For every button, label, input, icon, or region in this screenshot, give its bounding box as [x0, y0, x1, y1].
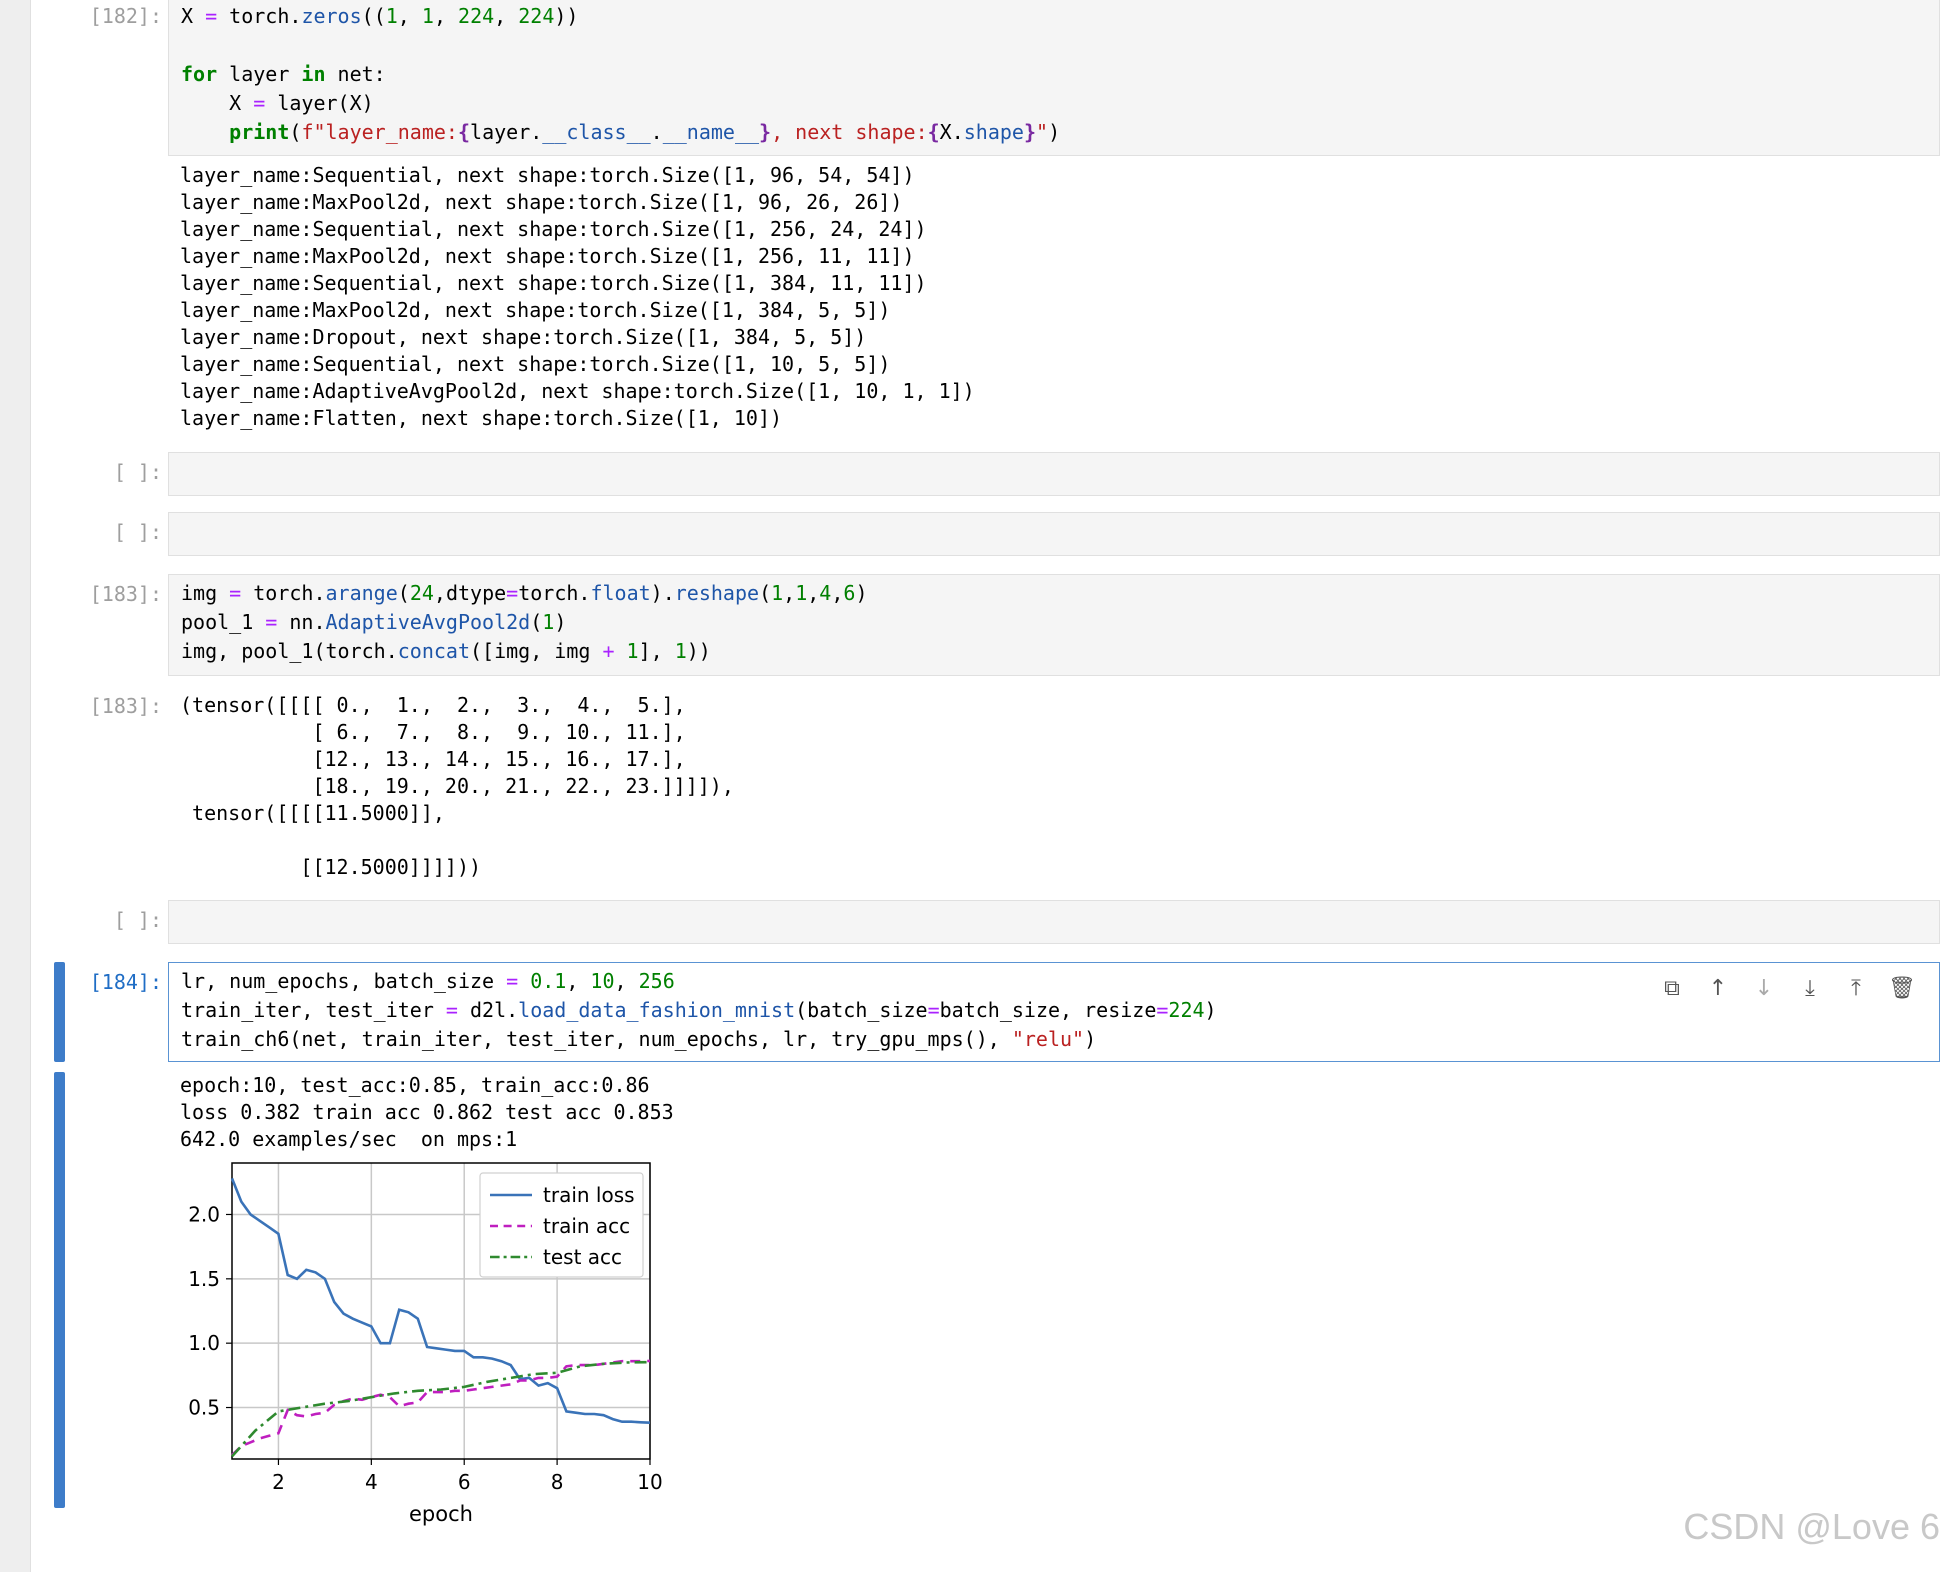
- cell-prompt: [ ]:: [113, 460, 162, 484]
- x-tick-label: 2: [272, 1470, 285, 1494]
- cell-prompt: [182]:: [89, 4, 162, 28]
- move-up-icon[interactable]: ↑: [1703, 973, 1733, 1003]
- code-line: print(f"layer_name:{layer.__class__.__na…: [229, 120, 1061, 144]
- series-line-test-acc: [231, 1360, 651, 1458]
- insert-below-icon[interactable]: ⤓: [1795, 973, 1825, 1003]
- code-line: train_ch6(net, train_iter, test_iter, nu…: [181, 1027, 1097, 1051]
- y-tick-label: 0.5: [188, 1396, 220, 1420]
- code-editor[interactable]: lr, num_epochs, batch_size = 0.1, 10, 25…: [168, 962, 1940, 1062]
- cell-prompt: [ ]:: [113, 908, 162, 932]
- x-tick-label: 4: [365, 1470, 378, 1494]
- cell-output: epoch:10, test_acc:0.85, train_acc:0.86 …: [180, 1073, 674, 1151]
- legend-label: test acc: [543, 1245, 622, 1269]
- delete-icon[interactable]: 🗑: [1887, 973, 1917, 1003]
- cell-output: layer_name:Sequential, next shape:torch.…: [180, 163, 975, 430]
- output-collapser[interactable]: [54, 1072, 65, 1508]
- cell-prompt: [184]:: [89, 970, 162, 994]
- code-line: pool_1 = nn.AdaptiveAvgPool2d(1): [181, 610, 567, 634]
- output-prompt: [183]:: [89, 694, 162, 718]
- code-text: X = torch.zeros((1, 1, 224, 224)) for la…: [169, 0, 1939, 147]
- code-line: img = torch.arange(24,dtype=torch.float)…: [181, 581, 868, 605]
- code-line: X = layer(X): [181, 91, 374, 115]
- code-editor[interactable]: img = torch.arange(24,dtype=torch.float)…: [168, 574, 1940, 676]
- legend-label: train acc: [543, 1214, 630, 1238]
- copy-icon[interactable]: ⧉: [1657, 973, 1687, 1003]
- code-line: train_iter, test_iter = d2l.load_data_fa…: [181, 998, 1217, 1022]
- x-tick-label: 6: [458, 1470, 471, 1494]
- cell-prompt: [ ]:: [113, 520, 162, 544]
- x-axis-label: epoch: [409, 1502, 473, 1526]
- code-line: for layer in net:: [181, 62, 386, 86]
- code-line: lr, num_epochs, batch_size = 0.1, 10, 25…: [181, 969, 675, 993]
- chart-legend: train loss train acc test acc: [479, 1172, 644, 1278]
- move-down-icon[interactable]: ↓: [1749, 973, 1779, 1003]
- watermark: CSDN @Love 6: [1683, 1506, 1940, 1547]
- training-chart: 2 4 6 8 100.51.01.52.0 epoch train losstrain…: [188, 1162, 663, 1526]
- cell-toolbar: ⧉ ↑ ↓ ⤓ ⤒ 🗑: [1657, 973, 1917, 1003]
- notebook-gutter: [0, 0, 31, 1572]
- code-editor[interactable]: X = torch.zeros((1, 1, 224, 224)) for la…: [168, 0, 1940, 156]
- active-cell-indicator: [54, 962, 65, 1062]
- cell-output: (tensor([[[[ 0., 1., 2., 3., 4., 5.], [ …: [180, 693, 734, 879]
- x-tick-label: 10: [637, 1470, 662, 1494]
- y-tick-label: 1.0: [188, 1331, 220, 1355]
- code-line: X = torch.zeros((1, 1, 224, 224)): [181, 4, 579, 28]
- code-editor[interactable]: [168, 452, 1940, 496]
- code-editor[interactable]: [168, 512, 1940, 556]
- code-editor[interactable]: [168, 900, 1940, 944]
- code-text: img = torch.arange(24,dtype=torch.float)…: [169, 575, 1939, 666]
- y-tick-label: 1.5: [188, 1267, 220, 1291]
- code-line: img, pool_1(torch.concat([img, img + 1],…: [181, 639, 711, 663]
- x-tick-label: 8: [551, 1470, 564, 1494]
- y-tick-label: 2.0: [188, 1202, 220, 1226]
- legend-label: train loss: [543, 1183, 635, 1207]
- insert-above-icon[interactable]: ⤒: [1841, 973, 1871, 1003]
- cell-prompt: [183]:: [89, 582, 162, 606]
